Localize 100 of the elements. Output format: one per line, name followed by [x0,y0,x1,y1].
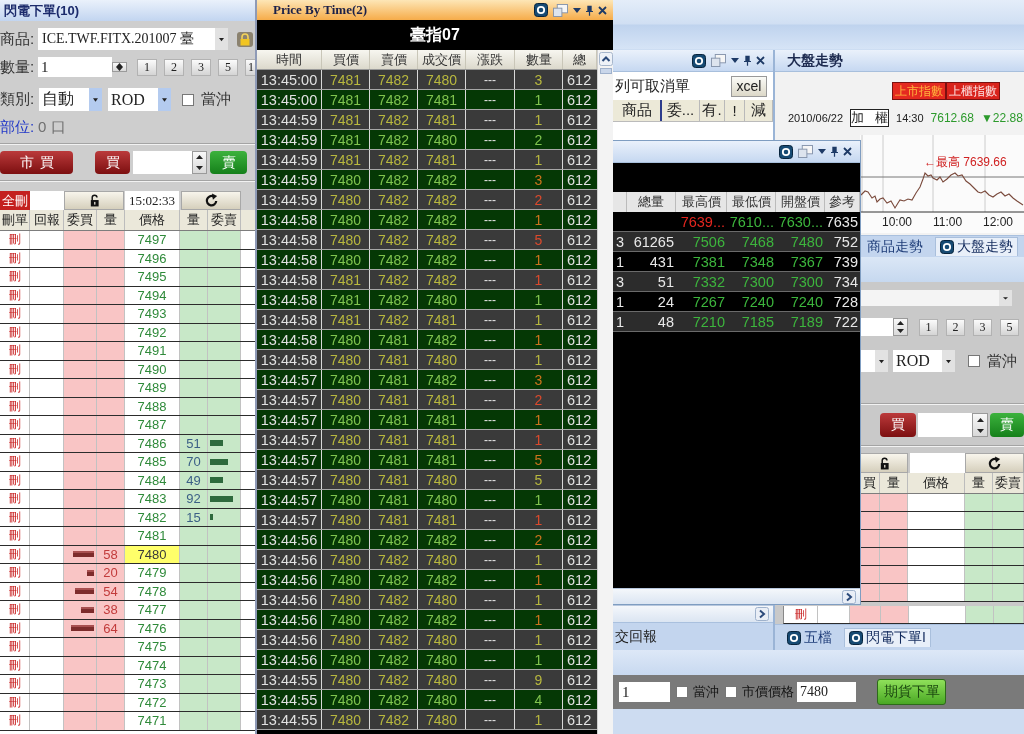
vertical-scrollbar[interactable] [597,50,613,734]
tab[interactable]: 閃電下單I [844,628,931,647]
price-field[interactable] [918,413,972,437]
checkbox[interactable] [676,686,688,698]
time-in-force-dropdown[interactable]: ROD [893,350,955,372]
delete-button[interactable]: 刪 [0,379,30,397]
quantity-preset-button[interactable]: 5 [218,58,238,76]
buy-button[interactable]: 買 [880,413,916,437]
order-type-dropdown[interactable]: 自動 [39,88,102,111]
checkbox[interactable] [725,686,737,698]
quantity-preset-button[interactable]: 1 [919,318,938,336]
ask-cell: 7482 [370,550,418,569]
windows-icon[interactable] [798,145,813,158]
caret-icon[interactable] [818,149,826,154]
delete-button[interactable]: 刪 [0,249,30,267]
sell-button[interactable]: 賣 [990,413,1024,437]
quantity-preset-button[interactable]: 3 [191,58,211,76]
delete-button[interactable]: 刪 [0,619,30,637]
checkbox[interactable] [182,93,194,106]
dropdown[interactable] [860,350,888,372]
checkbox[interactable] [968,355,980,367]
lock-button[interactable] [64,191,124,210]
delete-button[interactable]: 刪 [0,638,30,656]
price-field[interactable] [133,151,192,174]
delete-button[interactable]: 刪 [0,453,30,471]
tab[interactable]: 商品走勢 [863,237,927,256]
ring-badge-icon[interactable] [692,53,706,68]
delete-button[interactable]: 刪 [0,231,30,249]
delete-button[interactable]: 刪 [0,490,30,508]
delete-button[interactable]: 刪 [0,305,30,323]
market-buy-button[interactable]: 市買 [0,151,73,174]
buy-button[interactable]: 買 [95,151,130,174]
spinner[interactable] [112,62,127,72]
quantity-field[interactable]: 1 [38,57,112,77]
spinner[interactable] [893,318,908,336]
delete-button[interactable]: 刪 [0,360,30,378]
pin-icon[interactable] [586,4,593,16]
market-tab[interactable]: 上櫃指數 [946,82,1000,100]
ring-badge-icon[interactable] [779,144,793,159]
delete-button[interactable]: 刪 [0,656,30,674]
delete-button[interactable]: 刪 [0,601,30,619]
delete-button[interactable]: 刪 [0,268,30,286]
price-field[interactable]: 7480 [797,682,856,702]
delete-button[interactable]: 刪 [0,564,30,582]
scroll-up-icon[interactable] [598,52,613,66]
ask-cell: 7482 [370,70,418,89]
quantity-preset-button[interactable]: 1 [137,58,157,76]
product-dropdown[interactable]: ICE.TWF.FITX.201007 臺 [38,28,228,50]
delete-button[interactable]: 刪 [0,675,30,693]
tab[interactable]: 大盤走勢 [935,237,1018,256]
delete-button[interactable]: 刪 [0,693,30,711]
delete-button[interactable]: 刪 [0,397,30,415]
horizontal-scrollbar[interactable] [613,605,773,622]
delete-button[interactable]: 刪 [0,582,30,600]
quantity-preset-button[interactable]: 2 [164,58,184,76]
caret-icon[interactable] [573,7,581,13]
export-button[interactable]: xcel [731,75,767,97]
quantity-field[interactable] [860,318,893,336]
spinner[interactable] [192,151,207,174]
spinner[interactable] [972,413,988,437]
scroll-thumb[interactable] [599,68,612,74]
close-icon[interactable] [756,56,765,65]
delete-button[interactable]: 刪 [0,471,30,489]
delete-button[interactable]: 刪 [0,323,30,341]
quantity-preset-button[interactable]: 3 [973,318,992,336]
delete-button[interactable]: 刪 [0,286,30,304]
windows-icon[interactable] [553,3,568,17]
pin-icon[interactable] [744,55,751,66]
column-header: 價格 [125,210,180,230]
input-field[interactable] [30,191,64,210]
delete-all-button[interactable]: 全刪 [0,191,30,210]
submit-order-button[interactable]: 期貨下單 [877,679,946,705]
ring-badge-icon[interactable] [940,240,954,254]
quantity-field[interactable]: 1 [619,682,670,702]
close-icon[interactable] [843,147,852,156]
delete-button[interactable]: 刪 [0,508,30,526]
delete-button[interactable]: 刪 [0,545,30,563]
delete-button[interactable]: 刪 [0,342,30,360]
time-in-force-dropdown[interactable]: ROD [108,88,171,111]
close-icon[interactable] [598,5,607,15]
refresh-button[interactable] [965,453,1024,473]
windows-icon[interactable] [711,54,726,67]
sell-button[interactable]: 賣 [210,151,247,174]
caret-icon[interactable] [731,58,739,63]
tab[interactable]: 五檔 [783,628,836,647]
quantity-preset-button[interactable]: 5 [1000,318,1019,336]
pin-icon[interactable] [831,146,838,157]
delete-button[interactable]: 刪 [0,416,30,434]
delete-button[interactable]: 刪 [0,712,30,730]
delete-button[interactable]: 刪 [0,434,30,452]
ring-badge-icon[interactable] [534,3,548,17]
refresh-button[interactable] [181,191,241,210]
delete-button[interactable]: 刪 [0,527,30,545]
ring-badge-icon[interactable] [849,631,863,645]
index-selector[interactable]: 加 權 [850,109,890,127]
horizontal-scrollbar[interactable] [613,588,860,604]
tab[interactable]: 交回報 [613,627,657,646]
quantity-preset-button[interactable]: 2 [946,318,965,336]
ring-badge-icon[interactable] [787,630,801,645]
lock-button[interactable] [860,453,908,473]
